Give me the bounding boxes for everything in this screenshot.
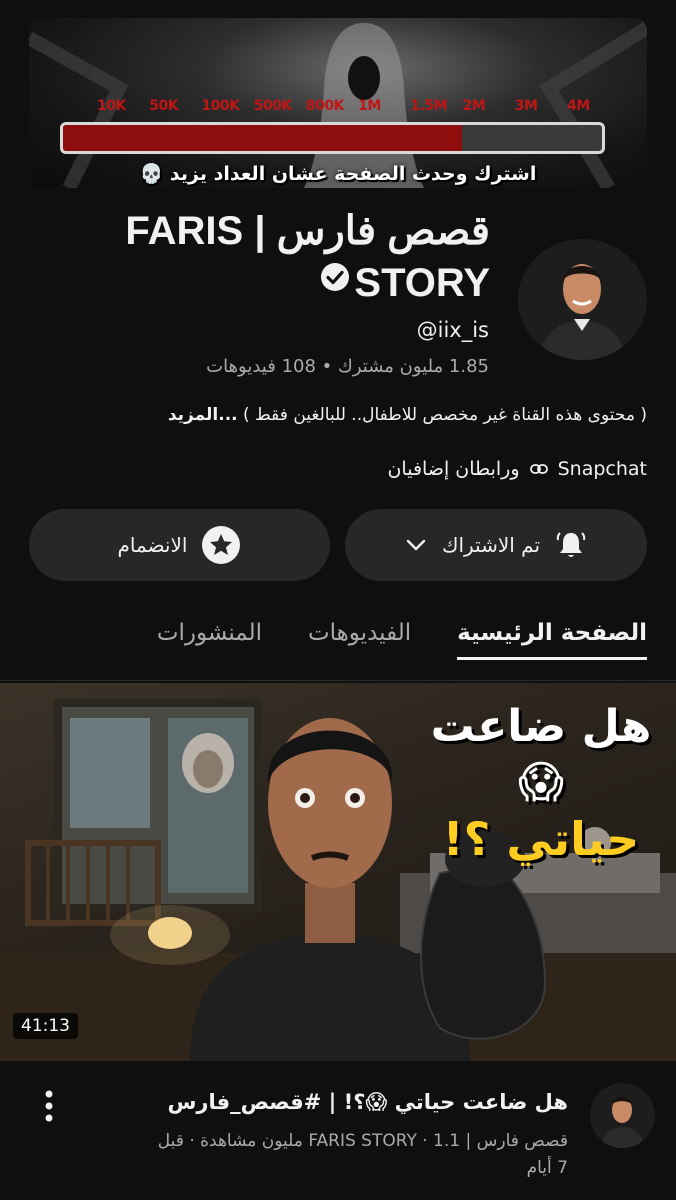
subscribed-button[interactable]: تم الاشتراك bbox=[345, 509, 647, 581]
tab-home[interactable]: الصفحة الرئيسية bbox=[457, 620, 647, 660]
progress-tick: 500K bbox=[253, 98, 293, 114]
video-duration: 41:13 bbox=[13, 1013, 78, 1039]
tab-videos[interactable]: الفيديوهات bbox=[308, 620, 411, 660]
channel-tabs: الصفحة الرئيسية الفيديوهات المنشورات bbox=[157, 620, 647, 660]
link-snapchat[interactable]: Snapchat bbox=[558, 458, 647, 480]
progress-tick: 1.5M bbox=[410, 98, 448, 114]
video-channel-avatar[interactable] bbox=[590, 1083, 655, 1148]
subscriber-count: 1.85 مليون مشترك bbox=[338, 356, 489, 377]
progress-tick: 1M bbox=[358, 98, 381, 114]
channel-stats: 1.85 مليون مشترك • 108 فيديوهات bbox=[206, 356, 489, 377]
channel-name: قصص فارس | FARIS STORY bbox=[90, 205, 490, 309]
join-button[interactable]: الانضمام bbox=[29, 509, 330, 581]
video-meta-line2: 7 أيام bbox=[526, 1158, 568, 1178]
video-thumbnail[interactable]: هل ضاعت 😱 حياتي ؟! bbox=[0, 683, 676, 1061]
check-circle-icon bbox=[321, 263, 350, 291]
thumbnail-line2: حياتي ؟! bbox=[442, 812, 640, 866]
subscriber-progress-bar bbox=[60, 122, 605, 154]
thumbnail-headline: هل ضاعت 😱 حياتي ؟! bbox=[426, 699, 656, 867]
progress-tick: 800K bbox=[305, 98, 345, 114]
chevron-down-icon bbox=[404, 533, 428, 557]
channel-name-line2: STORY bbox=[354, 261, 490, 305]
thumbnail-line1: هل ضاعت 😱 bbox=[430, 701, 652, 808]
bell-icon bbox=[554, 528, 588, 562]
channel-banner: 10K 50K 100K 500K 800K 1M 1.5M 2M 3M 4M اشترك وحد… bbox=[29, 18, 647, 188]
tabs-divider bbox=[0, 680, 676, 681]
progress-ticks: 10K 50K 100K 500K 800K 1M 1.5M 2M 3M 4M bbox=[97, 98, 627, 118]
more-link[interactable]: ...المزيد bbox=[168, 405, 238, 425]
extra-links[interactable]: ورابطان إضافيان bbox=[387, 458, 519, 480]
star-badge-icon bbox=[201, 525, 241, 565]
channel-name-line1: قصص فارس | FARIS bbox=[125, 209, 490, 253]
stats-separator: • bbox=[321, 356, 333, 377]
channel-handle: @iix_is bbox=[416, 318, 489, 342]
link-icon bbox=[529, 464, 548, 474]
channel-links[interactable]: Snapchat ورابطان إضافيان bbox=[387, 458, 647, 480]
channel-description[interactable]: ( محتوى هذه القناة غير مخصص للاطفال.. لل… bbox=[168, 405, 647, 425]
progress-tick: 3M bbox=[514, 98, 538, 114]
progress-tick: 50K bbox=[149, 98, 179, 114]
video-title[interactable]: هل ضاعت حياتي 😱؟! | #قصص_فارس bbox=[108, 1090, 568, 1114]
progress-tick: 10K bbox=[97, 98, 126, 114]
kebab-menu-icon[interactable] bbox=[38, 1088, 60, 1124]
progress-tick: 2M bbox=[462, 98, 486, 114]
video-meta-line1: قصص فارس | FARIS STORY · 1.1 مليون مشاهد… bbox=[157, 1131, 568, 1151]
progress-tick: 100K bbox=[201, 98, 240, 114]
video-count: 108 فيديوهات bbox=[206, 356, 316, 377]
channel-avatar[interactable] bbox=[518, 239, 647, 360]
description-text: ( محتوى هذه القناة غير مخصص للاطفال.. لل… bbox=[237, 405, 647, 425]
video-metadata: قصص فارس | FARIS STORY · 1.1 مليون مشاهد… bbox=[98, 1128, 568, 1182]
banner-caption: اشترك وحدث الصفحة عشان العداد يزيد 💀 bbox=[139, 163, 537, 185]
progress-tick: 4M bbox=[567, 98, 590, 114]
subscribed-label: تم الاشتراك bbox=[441, 533, 541, 557]
join-label: الانضمام bbox=[117, 533, 188, 557]
progress-fill bbox=[63, 125, 462, 151]
tab-posts[interactable]: المنشورات bbox=[157, 620, 262, 660]
